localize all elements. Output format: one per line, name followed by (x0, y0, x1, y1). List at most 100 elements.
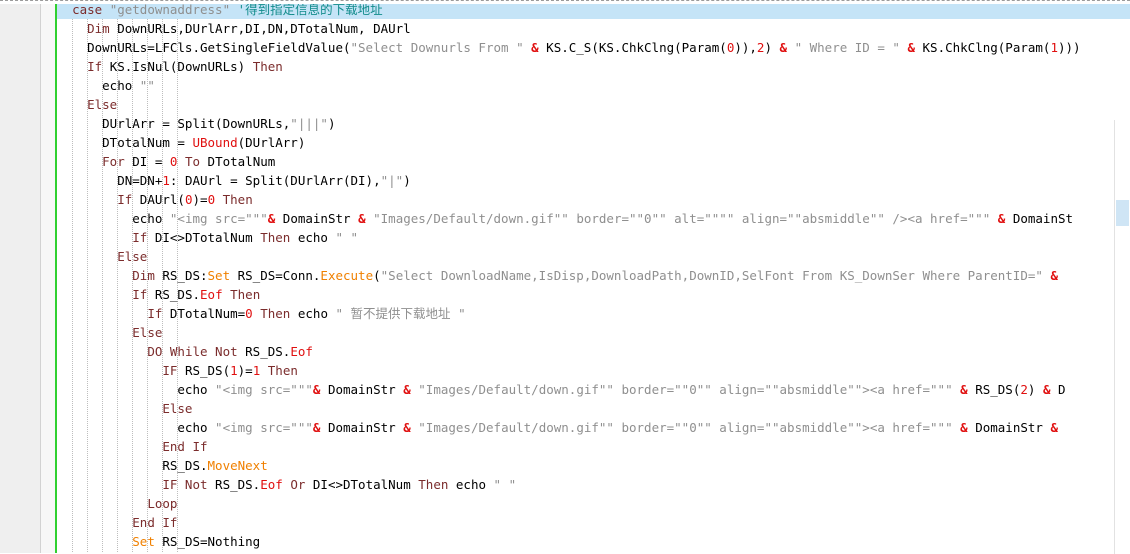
code-token: '得到指定信息的下载地址 (237, 2, 383, 17)
code-line-text: Dim RS_DS:Set RS_DS=Conn.Execute("Select… (57, 266, 1066, 285)
code-line[interactable]: 417 DN=DN+1: DAUrl = Split(DUrlArr(DI),"… (0, 171, 1130, 190)
code-token: Else (117, 249, 148, 264)
code-line[interactable]: 415 DTotalNum = UBound(DUrlArr) (0, 133, 1130, 152)
code-token: Then (267, 363, 298, 378)
code-line[interactable]: 429 Else (0, 399, 1130, 418)
code-line[interactable]: 421 Else (0, 247, 1130, 266)
code-token: echo (57, 211, 170, 226)
code-line[interactable]: 414 DUrlArr = Split(DownURLs,"|||") (0, 114, 1130, 133)
code-line[interactable]: 418 If DAUrl(0)=0 Then (0, 190, 1130, 209)
code-line[interactable]: 422 Dim RS_DS:Set RS_DS=Conn.Execute("Se… (0, 266, 1130, 285)
code-token: DO While Not (147, 344, 238, 359)
vertical-scrollbar[interactable] (1114, 120, 1130, 554)
code-line-text: If DI<>DTotalNum Then echo " " (57, 228, 358, 247)
code-token: & (779, 40, 788, 55)
code-token: RS_DS=Nothing (154, 534, 261, 549)
code-token: KS.IsNul(DownURLs) (102, 59, 253, 74)
code-token: 2 (1020, 382, 1028, 397)
code-line-text: DUrlArr = Split(DownURLs,"|||") (57, 114, 335, 133)
code-line-text: case "getdownaddress" '得到指定信息的下载地址 (57, 0, 383, 19)
code-token: If (132, 230, 148, 245)
code-token: If (147, 306, 163, 321)
code-line-text: For DI = 0 To DTotalNum (57, 152, 275, 171)
code-line[interactable]: 419 echo "<img src="""& DomainStr & "Ima… (0, 209, 1130, 228)
code-line-text: Dim DownURLs,DUrlArr,DI,DN,DTotalNum, DA… (57, 19, 411, 38)
code-token: DomainStr (967, 420, 1051, 435)
code-token: echo (57, 420, 216, 435)
code-line[interactable]: 436 Set RS_DS=Nothing (0, 532, 1130, 551)
code-line[interactable]: 424 If DTotalNum=0 Then echo " 暂不提供下载地址 … (0, 304, 1130, 323)
code-token: 1 (1050, 40, 1058, 55)
code-line-text: RS_DS.MoveNext (57, 456, 267, 475)
code-line-text: DownURLs=LFCls.GetSingleFieldValue("Sele… (57, 38, 1080, 57)
code-token: 0 (245, 306, 253, 321)
code-token: Else (132, 325, 163, 340)
code-line[interactable]: 411 If KS.IsNul(DownURLs) Then (0, 57, 1130, 76)
code-text-area[interactable]: 408 case "getdownaddress" '得到指定信息的下载地址40… (0, 0, 1130, 554)
code-line[interactable]: 425 Else (0, 323, 1130, 342)
code-token: echo (57, 78, 140, 93)
code-line[interactable]: 426 DO While Not RS_DS.Eof (0, 342, 1130, 361)
code-line[interactable]: 433 IF Not RS_DS.Eof Or DI<>DTotalNum Th… (0, 475, 1130, 494)
code-line[interactable]: 412 echo "" (0, 76, 1130, 95)
code-line[interactable]: 416 For DI = 0 To DTotalNum (0, 152, 1130, 171)
code-line[interactable]: 431 End If (0, 437, 1130, 456)
code-token: Else (162, 401, 193, 416)
code-line[interactable]: 420 If DI<>DTotalNum Then echo " " (0, 228, 1130, 247)
code-line[interactable]: 430 echo "<img src="""& DomainStr & "Ima… (0, 418, 1130, 437)
code-token: & (358, 211, 366, 226)
code-line[interactable]: 434 Loop (0, 494, 1130, 513)
code-line[interactable]: 410 DownURLs=LFCls.GetSingleFieldValue("… (0, 38, 1130, 57)
code-line[interactable]: 427 IF RS_DS(1)=1 Then (0, 361, 1130, 380)
code-token: UBound (192, 135, 238, 150)
code-line[interactable]: 432 RS_DS.MoveNext (0, 456, 1130, 475)
code-token: DTotalNum = (57, 135, 193, 150)
code-token: DI = (124, 154, 170, 169)
code-line[interactable]: 435 End If (0, 513, 1130, 532)
code-token: : DAUrl = Split(DUrlArr(DI), (169, 173, 381, 188)
code-token: Then (418, 477, 449, 492)
code-token: "getdownaddress" (109, 2, 231, 17)
code-token: RS_DS: (154, 268, 208, 283)
code-token: Execute (320, 268, 374, 283)
line-number-gutter (0, 0, 41, 554)
code-line[interactable]: 409 Dim DownURLs,DUrlArr,DI,DN,DTotalNum… (0, 19, 1130, 38)
code-token: " " (493, 477, 517, 492)
code-line-text: Set RS_DS=Nothing (57, 532, 260, 551)
code-token: "Select DownloadName,IsDisp,DownloadPath… (380, 268, 1043, 283)
code-line[interactable]: 408 case "getdownaddress" '得到指定信息的下载地址 (0, 0, 1130, 19)
code-token: IF Not (162, 477, 208, 492)
code-token: End If (162, 439, 208, 454)
code-line-text: DO While Not RS_DS.Eof (57, 342, 313, 361)
code-line-text: echo "<img src=""" & DomainStr & "Images/… (57, 380, 1066, 399)
code-line-text: Else (57, 95, 117, 114)
code-line[interactable]: 428 echo "<img src="""& DomainStr & "Ima… (0, 380, 1130, 399)
code-token: Set (207, 268, 231, 283)
code-token: )), (734, 40, 757, 55)
code-token: DAUrl( (132, 192, 185, 207)
code-line-text: Loop (57, 494, 177, 513)
code-editor[interactable]: 408 case "getdownaddress" '得到指定信息的下载地址40… (0, 0, 1130, 554)
code-token: D (1050, 382, 1066, 397)
code-token: "Images/Default/down.gif"" border=""0"" … (418, 420, 953, 435)
code-token: echo (448, 477, 494, 492)
code-line[interactable]: 423 If RS_DS.Eof Then (0, 285, 1130, 304)
code-token: RS_DS( (177, 363, 231, 378)
code-folding-margin[interactable] (41, 0, 55, 554)
code-token: "Images/Default/down.gif"" border=""0"" … (373, 211, 991, 226)
vertical-scrollbar-thumb[interactable] (1116, 200, 1129, 226)
code-line[interactable]: 413 Else (0, 95, 1130, 114)
code-token: DomainStr (320, 420, 404, 435)
